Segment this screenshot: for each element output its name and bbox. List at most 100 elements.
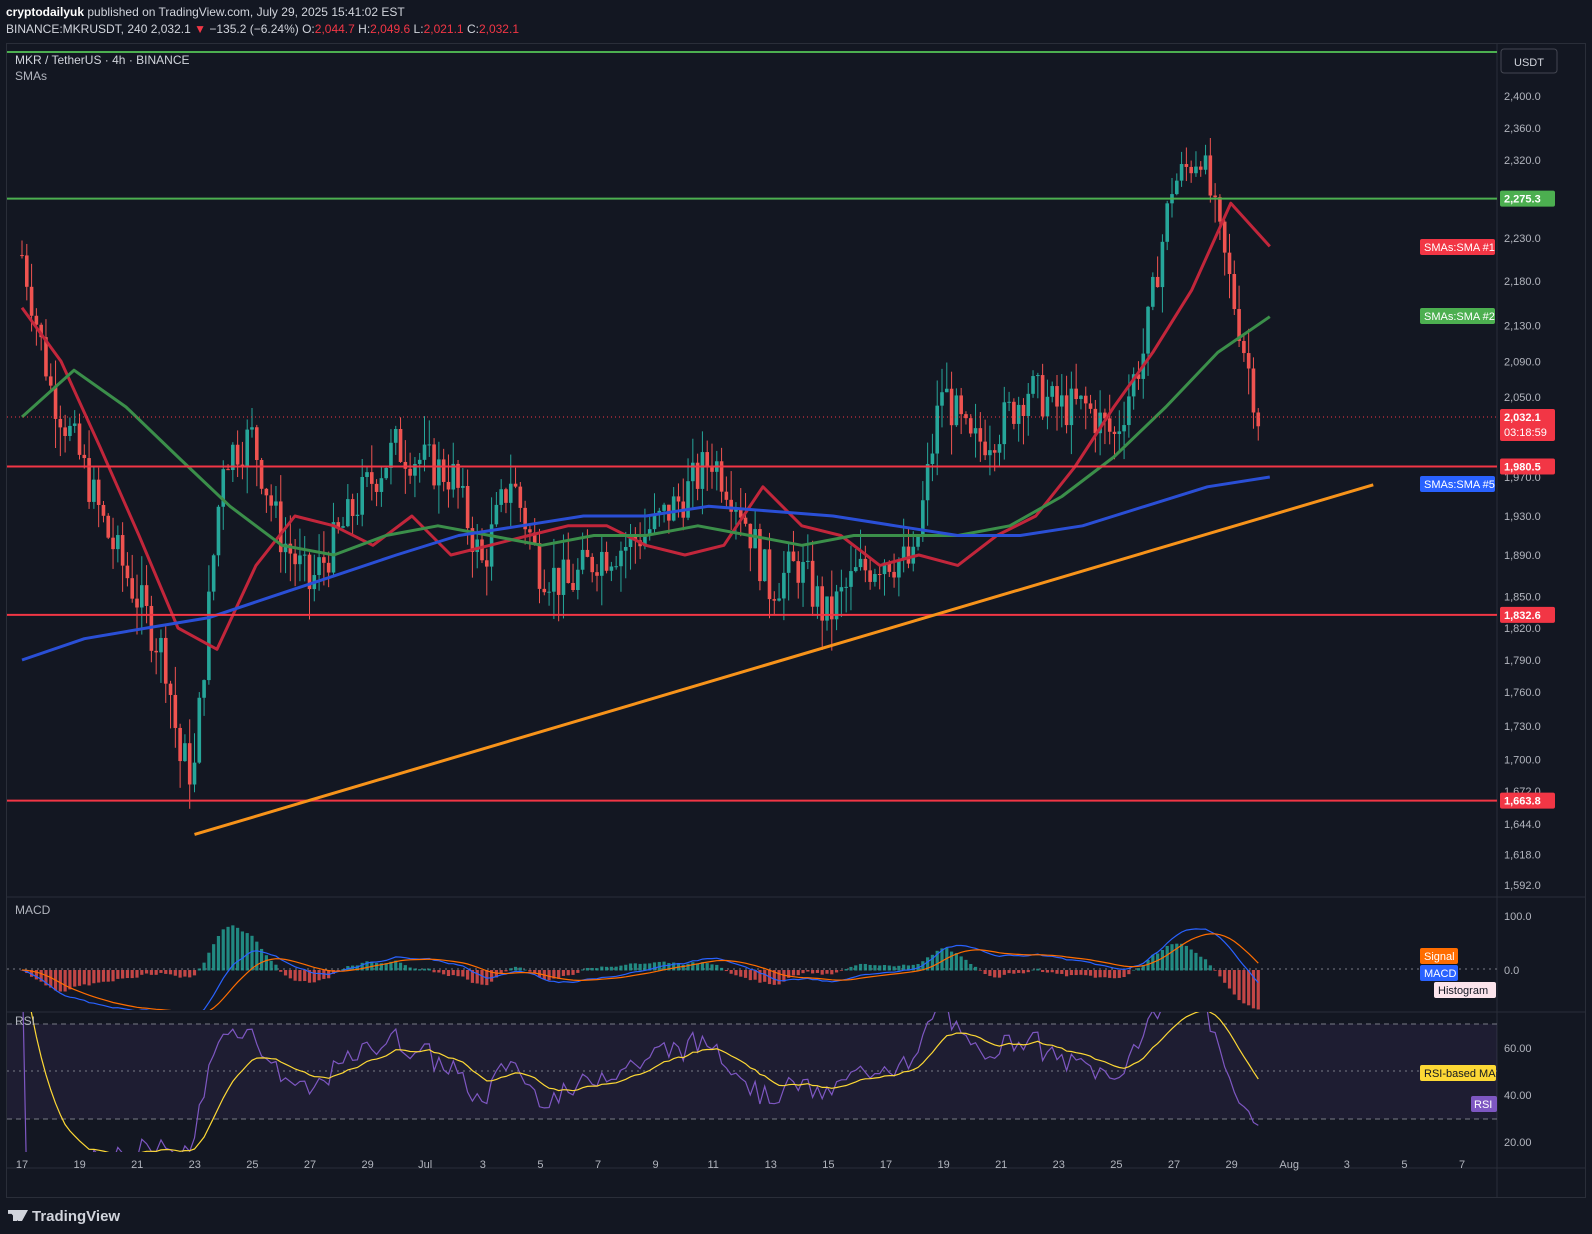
macd-hist-bar <box>1208 965 1212 971</box>
y-tick-label: 1,790.0 <box>1504 655 1541 667</box>
macd-hist-bar <box>604 966 609 971</box>
macd-hist-bar <box>624 964 628 971</box>
y-tick-label: 1,760.0 <box>1504 687 1541 699</box>
candle-body <box>154 650 158 653</box>
rsi-tick-label: 60.00 <box>1504 1043 1532 1055</box>
macd-hist-bar <box>1112 970 1117 979</box>
candle-body <box>408 468 412 476</box>
candle-body <box>183 743 187 762</box>
macd-hist-bar <box>993 970 997 978</box>
macd-hist-bar <box>973 966 978 971</box>
candle-body <box>106 515 111 538</box>
macd-hist-bar <box>1069 970 1073 976</box>
tag-countdown: 03:18:59 <box>1504 427 1547 439</box>
candle-body <box>1112 431 1117 435</box>
x-tick-label: 27 <box>1168 1159 1180 1171</box>
y-tick-label: 2,400.0 <box>1504 91 1541 103</box>
y-tick-label: 1,930.0 <box>1504 511 1541 523</box>
candle-body <box>686 481 690 518</box>
macd-hist-bar <box>1242 970 1246 1004</box>
candle-body <box>954 395 959 426</box>
candle-body <box>940 392 944 406</box>
candle-body <box>576 569 580 590</box>
macd-hist-bar <box>418 969 422 971</box>
candle-body <box>24 255 29 287</box>
macd-hist-bar <box>1160 949 1165 971</box>
candle-body <box>317 557 321 576</box>
macd-hist-bar <box>820 970 824 975</box>
macd-hist-bar <box>566 970 570 976</box>
macd-hist-bar <box>513 966 518 971</box>
candle-body <box>480 539 484 561</box>
macd-hist-bar <box>437 970 441 973</box>
candle-body <box>403 461 408 469</box>
y-tick-label: 2,090.0 <box>1504 356 1541 368</box>
candle-body <box>1179 164 1184 181</box>
candle-body <box>274 501 278 506</box>
candle-body <box>844 586 848 588</box>
sma-line-smassma2 <box>20 315 1271 557</box>
macd-hist-bar <box>456 970 460 977</box>
candle-body <box>1107 418 1112 432</box>
candle-body <box>1083 395 1088 404</box>
candle-body <box>1079 395 1083 400</box>
macd-hist-bar <box>288 970 292 979</box>
candle-body <box>72 423 77 426</box>
macd-hist-bar <box>264 955 268 971</box>
candle-body <box>1242 341 1246 354</box>
candle-body <box>298 555 302 565</box>
tag-macd: MACD <box>1424 968 1456 980</box>
macd-hist-bar <box>422 968 427 971</box>
candle-body <box>346 499 350 527</box>
y-tick-label: 1,850.0 <box>1504 592 1541 604</box>
candle-body <box>671 496 676 521</box>
macd-hist-bar <box>983 970 987 975</box>
y-tick-label: 1,820.0 <box>1504 623 1541 635</box>
candle-body <box>384 467 388 479</box>
macd-hist-bar <box>226 926 230 971</box>
macd-hist-bar <box>140 970 144 975</box>
macd-hist-bar <box>274 964 278 971</box>
candle-body <box>571 582 575 590</box>
candle-body <box>451 463 456 490</box>
macd-hist-bar <box>590 967 594 971</box>
candle-body <box>58 418 63 428</box>
candle-body <box>226 469 230 471</box>
candle-body <box>326 562 331 573</box>
candle-body <box>446 481 451 490</box>
candle-body <box>508 483 513 503</box>
candle-body <box>1151 276 1155 307</box>
rsi-tick-label: 20.00 <box>1504 1137 1532 1149</box>
macd-hist-bar <box>858 963 863 971</box>
macd-hist-bar <box>317 970 321 981</box>
candle-body <box>691 462 695 482</box>
time-axis[interactable]: 17 19 21 23 25 27 29 Jul 3 5 7 9 11 13 15 17 19 21 23 25 27 2… <box>16 1159 1465 1171</box>
macd-title[interactable]: MACD <box>15 903 51 917</box>
candle-body <box>839 587 844 592</box>
candle-body <box>513 483 518 487</box>
x-tick-label: 13 <box>765 1159 777 1171</box>
legend-title[interactable]: MKR / TetherUS · 4h · BINANCE <box>15 53 190 67</box>
candle-body <box>877 574 882 576</box>
candle-body <box>978 428 983 442</box>
macd-hist-bar <box>1136 968 1141 971</box>
price-chart[interactable]: 2,400.0 2,360.0 2,320.0 2,230.0 2,180.0 2,130… <box>0 0 1592 1200</box>
y-tick-label: 2,320.0 <box>1504 155 1541 167</box>
candle-body <box>1218 197 1222 222</box>
legend-indicator[interactable]: SMAs <box>15 69 47 83</box>
candle-body <box>48 376 53 386</box>
tradingview-logo[interactable]: TradingView <box>8 1208 120 1225</box>
candle-body <box>1021 404 1026 417</box>
macd-hist-bar <box>978 970 982 971</box>
candle-body <box>925 464 930 501</box>
candle-body <box>393 428 398 443</box>
macd-hist-bar <box>619 965 623 971</box>
candle-body <box>456 463 460 488</box>
macd-hist-bar <box>954 953 958 971</box>
macd-hist-bar <box>451 970 455 976</box>
footer: TradingView <box>0 1200 1592 1234</box>
candle-body <box>302 554 307 556</box>
rsi-title[interactable]: RSI <box>15 1014 35 1028</box>
candle-body <box>949 388 954 426</box>
candle-body <box>619 550 623 567</box>
